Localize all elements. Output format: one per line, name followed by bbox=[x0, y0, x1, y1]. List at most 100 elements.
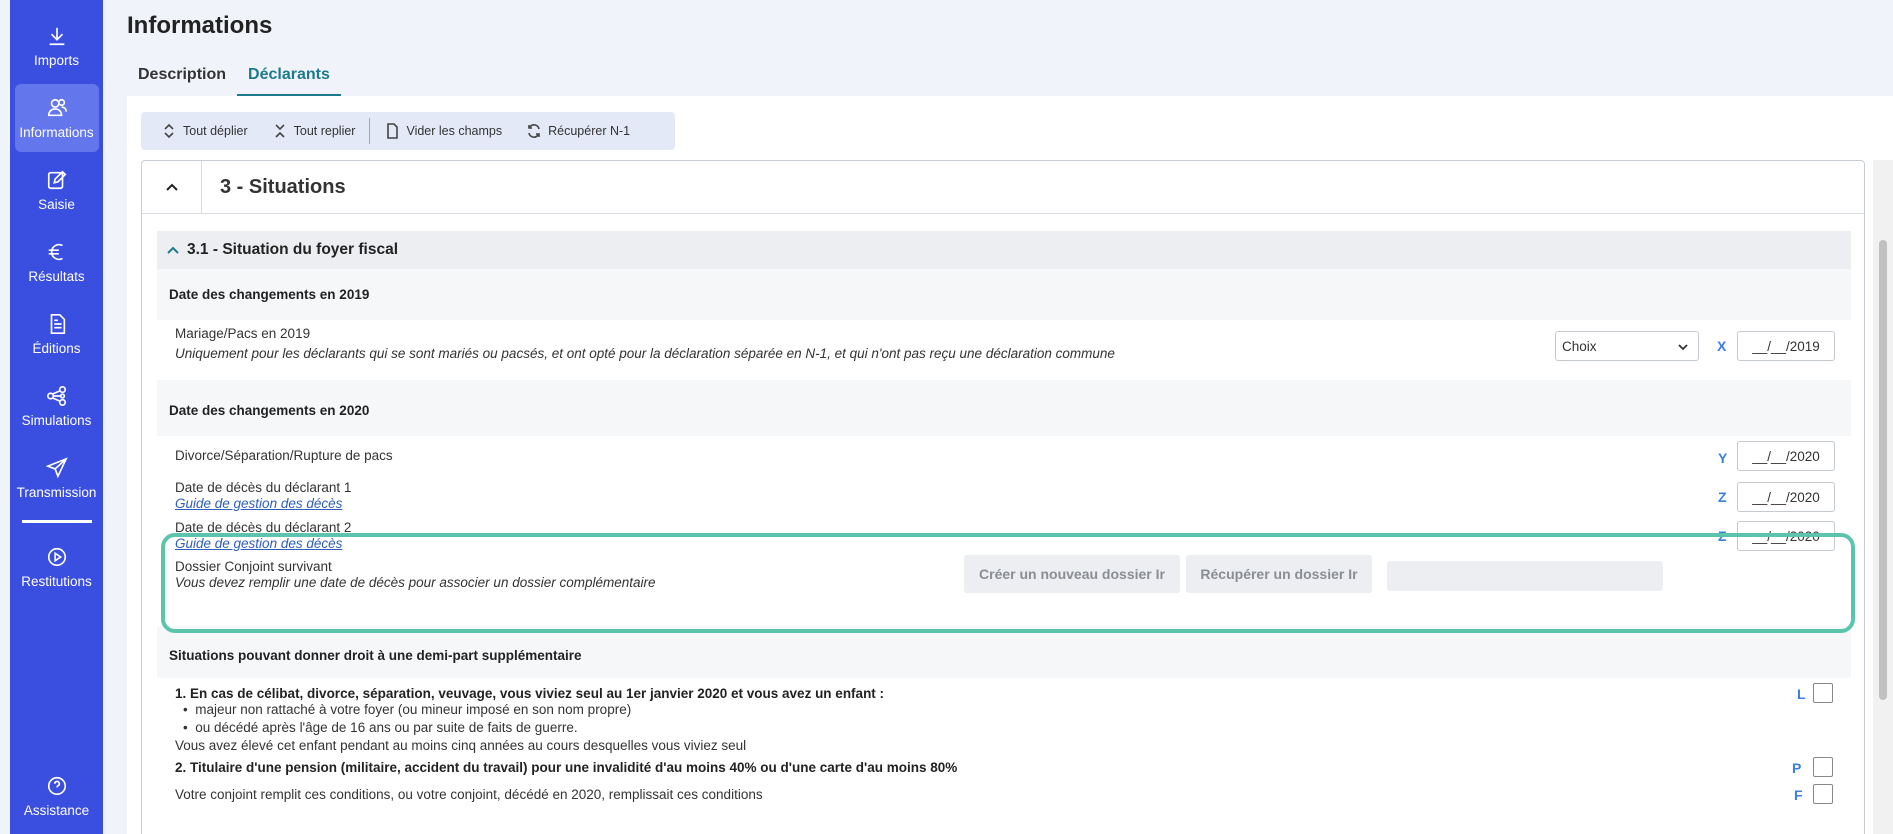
subsection-foyer-fiscal: 3.1 - Situation du foyer fiscal Date des… bbox=[157, 231, 1851, 834]
case1-checkbox[interactable] bbox=[1813, 683, 1833, 703]
case1-title: 1. En cas de célibat, divorce, séparatio… bbox=[175, 686, 885, 701]
sidebar-item-label: Résultats bbox=[28, 268, 85, 284]
main-area: Informations Description Déclarants Tout… bbox=[103, 0, 1893, 834]
collapse-all-button[interactable]: Tout replier bbox=[260, 112, 368, 150]
content-panel: Tout déplier Tout replier Vider les cham… bbox=[127, 96, 1893, 834]
toolbar-divider bbox=[369, 118, 371, 144]
case2-checkbox[interactable] bbox=[1813, 757, 1833, 777]
mariage-help: Uniquement pour les déclarants qui se so… bbox=[175, 346, 1115, 361]
sidebar-item-label: Informations bbox=[19, 124, 94, 140]
sidebar-item-label: Saisie bbox=[38, 196, 75, 212]
sidebar-item-informations[interactable]: Informations bbox=[14, 84, 99, 152]
sidebar-item-imports[interactable]: Imports bbox=[15, 12, 99, 80]
refresh-icon bbox=[528, 124, 540, 138]
fetch-previous-button[interactable]: Récupérer N-1 bbox=[514, 112, 642, 150]
case1-code: L bbox=[1797, 686, 1806, 702]
send-icon bbox=[45, 456, 68, 478]
expand-all-button[interactable]: Tout déplier bbox=[149, 112, 260, 150]
scrollbar-thumb[interactable] bbox=[1879, 240, 1887, 700]
fields-2020: Divorce/Séparation/Rupture de pacs Y Dat… bbox=[157, 436, 1851, 626]
dossier-input[interactable] bbox=[1387, 561, 1663, 591]
sidebar-item-simulations[interactable]: Simulations bbox=[15, 372, 99, 440]
sidebar-item-label: Imports bbox=[33, 52, 79, 68]
conjoint-label: Dossier Conjoint survivant bbox=[175, 559, 332, 574]
divorce-label: Divorce/Séparation/Rupture de pacs bbox=[175, 448, 393, 463]
case1-note: Vous avez élevé cet enfant pendant au mo… bbox=[175, 738, 747, 753]
help-icon bbox=[47, 776, 66, 795]
download-icon bbox=[49, 27, 64, 45]
sidebar-item-transmission[interactable]: Transmission bbox=[15, 444, 99, 512]
users-icon bbox=[47, 98, 67, 116]
network-icon bbox=[46, 385, 66, 406]
deces1-code: Z bbox=[1718, 489, 1727, 505]
sidebar-item-restitutions[interactable]: Restitutions bbox=[15, 533, 99, 601]
divorce-date-input[interactable] bbox=[1737, 441, 1835, 471]
case2-checkbox-2[interactable] bbox=[1813, 784, 1833, 804]
section-situations: 3 - Situations 3.1 - Situation du foyer … bbox=[141, 160, 1865, 834]
sidebar-item-saisie[interactable]: Saisie bbox=[15, 156, 99, 224]
sidebar: Imports Informations Saisie Résultats Éd… bbox=[10, 0, 103, 834]
subsection-header[interactable]: 3.1 - Situation du foyer fiscal bbox=[157, 231, 1851, 269]
section-header: 3 - Situations bbox=[142, 161, 1864, 214]
chevron-up-icon bbox=[167, 246, 179, 254]
chevron-down-icon bbox=[1678, 344, 1688, 351]
case1-bullet-1: • majeur non rattaché à votre foyer (ou … bbox=[183, 702, 632, 717]
mariage-label: Mariage/Pacs en 2019 bbox=[175, 326, 311, 341]
fields-demi-part: 1. En cas de célibat, divorce, séparatio… bbox=[157, 678, 1851, 834]
section-title: 3 - Situations bbox=[220, 175, 346, 198]
case1-bullet-2: • ou décédé après l'âge de 16 ans ou par… bbox=[183, 720, 578, 735]
divorce-code: Y bbox=[1718, 450, 1728, 466]
document-icon bbox=[50, 313, 65, 334]
conjoint-help: Vous devez remplir une date de décès pou… bbox=[175, 575, 656, 590]
sidebar-item-resultats[interactable]: Résultats bbox=[15, 228, 99, 296]
deces1-label: Date de décès du déclarant 1 bbox=[175, 480, 352, 495]
sidebar-item-label: Restitutions bbox=[21, 573, 92, 589]
case2-code-2: F bbox=[1794, 787, 1803, 803]
euro-icon bbox=[48, 243, 63, 260]
expand-all-label: Tout déplier bbox=[183, 124, 248, 138]
tabs: Description Déclarants bbox=[127, 60, 341, 96]
mariage-code: X bbox=[1717, 338, 1727, 354]
case2-code: P bbox=[1792, 760, 1802, 776]
clear-fields-label: Vider les champs bbox=[406, 124, 503, 138]
sidebar-divider bbox=[21, 520, 92, 523]
case2-note: Votre conjoint remplit ces conditions, o… bbox=[175, 787, 763, 802]
case1-bullet-1-text: majeur non rattaché à votre foyer (ou mi… bbox=[195, 702, 632, 717]
chevron-up-icon bbox=[165, 183, 178, 191]
mariage-date-input[interactable] bbox=[1737, 331, 1835, 361]
sidebar-item-editions[interactable]: Éditions bbox=[15, 300, 99, 368]
subsection-title: 3.1 - Situation du foyer fiscal bbox=[187, 241, 399, 258]
edit-icon bbox=[47, 170, 66, 189]
sidebar-item-assistance[interactable]: Assistance bbox=[15, 762, 99, 830]
deces2-label: Date de décès du déclarant 2 bbox=[175, 520, 352, 535]
fetch-dossier-button[interactable]: Récupérer un dossier Ir bbox=[1186, 555, 1372, 593]
section-collapse-button[interactable] bbox=[142, 161, 202, 214]
file-icon bbox=[387, 123, 399, 139]
tab-description[interactable]: Description bbox=[127, 60, 237, 96]
group-title-demi-part: Situations pouvant donner droit à une de… bbox=[169, 648, 582, 663]
group-title-2019: Date des changements en 2019 bbox=[169, 287, 370, 302]
sidebar-item-label: Éditions bbox=[32, 340, 81, 356]
mariage-select[interactable]: Choix bbox=[1555, 331, 1699, 361]
deces2-code: Z bbox=[1718, 528, 1727, 544]
deces1-date-input[interactable] bbox=[1737, 482, 1835, 512]
create-dossier-button[interactable]: Créer un nouveau dossier Ir bbox=[964, 555, 1180, 593]
play-icon bbox=[47, 547, 66, 566]
collapse-icon bbox=[275, 124, 285, 138]
deces2-date-input[interactable] bbox=[1737, 521, 1835, 551]
mariage-select-value: Choix bbox=[1562, 338, 1597, 354]
sidebar-item-label: Simulations bbox=[21, 412, 92, 428]
group-title-2020: Date des changements en 2020 bbox=[169, 403, 370, 418]
field-mariage: Mariage/Pacs en 2019 Uniquement pour les… bbox=[157, 320, 1851, 380]
deces1-guide-link[interactable]: Guide de gestion des décès bbox=[175, 496, 342, 511]
sidebar-item-label: Transmission bbox=[16, 484, 97, 500]
clear-fields-button[interactable]: Vider les champs bbox=[372, 112, 514, 150]
toolbar: Tout déplier Tout replier Vider les cham… bbox=[141, 112, 675, 150]
collapse-all-label: Tout replier bbox=[293, 124, 356, 138]
case1-bullet-2-text: ou décédé après l'âge de 16 ans ou par s… bbox=[195, 720, 578, 735]
tab-declarants[interactable]: Déclarants bbox=[237, 60, 341, 96]
page-title: Informations bbox=[127, 12, 273, 39]
scrollbar[interactable] bbox=[1873, 160, 1893, 834]
sidebar-item-label: Assistance bbox=[23, 802, 90, 818]
deces2-guide-link[interactable]: Guide de gestion des décès bbox=[175, 536, 342, 551]
